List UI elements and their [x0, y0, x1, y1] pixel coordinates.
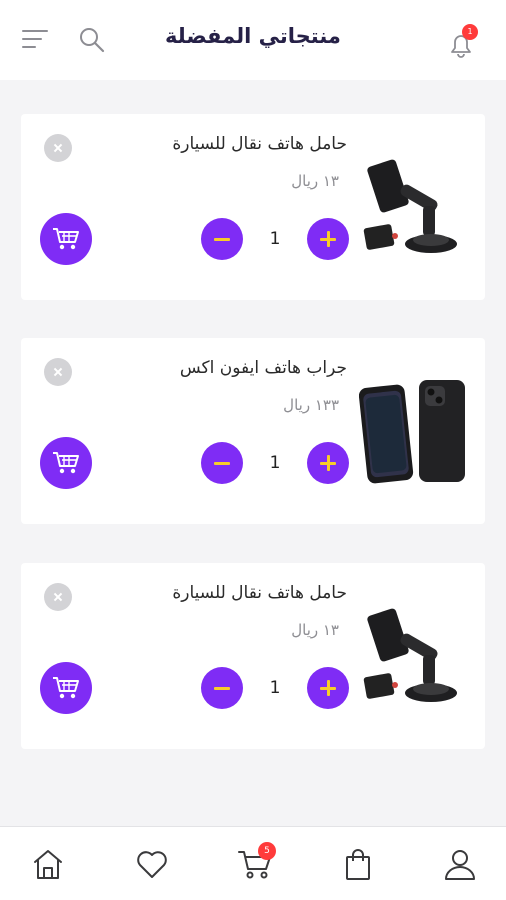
favorite-item-card: حامل هاتف نقال للسيارة ١٣ ريال 1 — [21, 114, 485, 300]
quantity-stepper: 1 — [201, 442, 349, 484]
decrease-quantity-button[interactable] — [201, 667, 243, 709]
nav-orders[interactable] — [338, 845, 378, 885]
product-price: ١٣٣ ريال — [283, 396, 339, 414]
shopping-bag-icon — [346, 849, 370, 880]
notification-badge: 1 — [462, 24, 478, 40]
add-to-cart-button[interactable] — [40, 662, 92, 714]
add-to-cart-button[interactable] — [40, 437, 92, 489]
iphone-case-image — [358, 372, 473, 490]
cart-count-badge: 5 — [258, 842, 276, 860]
decrease-quantity-button[interactable] — [201, 442, 243, 484]
product-name: حامل هاتف نقال للسيارة — [172, 134, 347, 154]
home-icon — [34, 850, 62, 879]
remove-item-close-icon[interactable] — [44, 583, 72, 611]
product-price: ١٣ ريال — [291, 172, 339, 190]
car-phone-holder-image — [359, 597, 473, 715]
user-icon — [445, 850, 475, 880]
product-price: ١٣ ريال — [291, 621, 339, 639]
quantity-value: 1 — [269, 678, 281, 698]
product-name: حامل هاتف نقال للسيارة — [172, 583, 347, 603]
favorite-item-card: حامل هاتف نقال للسيارة ١٣ ريال 1 — [21, 563, 485, 749]
increase-quantity-button[interactable] — [307, 442, 349, 484]
page-title: منتجاتي المفضلة — [165, 24, 341, 48]
bottom-navigation: 5 — [0, 826, 506, 900]
favorite-item-card: جراب هاتف ايفون اكس ١٣٣ ريال 1 — [21, 338, 485, 524]
nav-cart[interactable]: 5 — [234, 842, 276, 885]
quantity-stepper: 1 — [201, 218, 349, 260]
remove-item-close-icon[interactable] — [44, 134, 72, 162]
decrease-quantity-button[interactable] — [201, 218, 243, 260]
search-icon[interactable] — [78, 26, 106, 54]
cart-icon — [53, 452, 79, 474]
heart-icon — [137, 851, 167, 878]
product-name: جراب هاتف ايفون اكس — [179, 358, 347, 378]
hamburger-menu-icon[interactable] — [22, 28, 48, 50]
nav-favorites[interactable] — [132, 845, 172, 885]
add-to-cart-button[interactable] — [40, 213, 92, 265]
cart-icon — [53, 677, 79, 699]
notifications-button[interactable]: 1 — [446, 24, 486, 58]
car-phone-holder-image — [359, 148, 473, 266]
quantity-value: 1 — [269, 453, 281, 473]
nav-home[interactable] — [28, 845, 68, 885]
app-header: منتجاتي المفضلة 1 — [0, 0, 506, 80]
remove-item-close-icon[interactable] — [44, 358, 72, 386]
increase-quantity-button[interactable] — [307, 218, 349, 260]
cart-icon — [53, 228, 79, 250]
quantity-stepper: 1 — [201, 667, 349, 709]
quantity-value: 1 — [269, 229, 281, 249]
increase-quantity-button[interactable] — [307, 667, 349, 709]
nav-profile[interactable] — [440, 845, 480, 885]
